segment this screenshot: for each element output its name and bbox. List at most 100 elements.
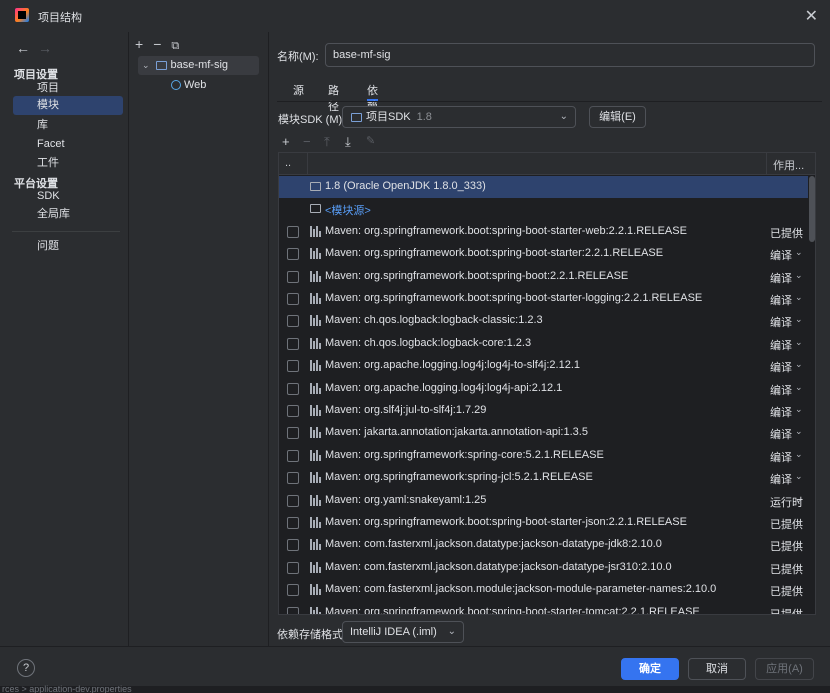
export-checkbox[interactable]	[287, 472, 299, 485]
tab-dependencies[interactable]: 依赖	[367, 82, 378, 113]
export-checkbox[interactable]	[287, 449, 299, 462]
tree-item-module[interactable]: ⌄ base-mf-sig	[138, 56, 259, 75]
library-icon	[310, 315, 321, 327]
remove-icon[interactable]: −	[153, 36, 161, 52]
cancel-button[interactable]: 取消	[688, 658, 746, 680]
edit-sdk-button[interactable]: 编辑(E)	[589, 106, 646, 128]
move-down-icon[interactable]: ⤓	[345, 134, 351, 150]
scope-select[interactable]: 编译	[770, 359, 792, 375]
scope-select[interactable]: 编译	[770, 404, 792, 420]
table-row[interactable]: <模块源>	[279, 198, 808, 220]
export-checkbox[interactable]	[287, 315, 299, 328]
dependency-name: Maven: ch.qos.logback:logback-classic:1.…	[325, 314, 543, 327]
library-icon	[310, 360, 321, 372]
tree-item-label: Web	[184, 79, 207, 91]
remove-dependency-icon[interactable]: −	[303, 134, 311, 149]
table-row[interactable]: Maven: org.springframework:spring-core:5…	[279, 445, 808, 467]
export-checkbox[interactable]	[287, 539, 299, 552]
storage-format-select[interactable]: IntelliJ IDEA (.iml) ⌄	[342, 621, 464, 643]
tab-sources[interactable]: 源	[293, 82, 304, 101]
table-row[interactable]: Maven: org.springframework.boot:spring-b…	[279, 221, 808, 243]
dependency-name: Maven: org.springframework.boot:spring-b…	[325, 269, 629, 282]
scope-select[interactable]: 编译	[770, 449, 792, 465]
scope-select[interactable]: 编译	[770, 382, 792, 398]
table-row[interactable]: Maven: jakarta.annotation:jakarta.annota…	[279, 422, 808, 444]
chevron-down-icon: ⌄	[795, 493, 803, 504]
export-checkbox[interactable]	[287, 517, 299, 529]
background-ide-strip: rces > application-dev.properties	[0, 684, 830, 693]
vertical-scrollbar[interactable]	[809, 176, 815, 242]
export-checkbox[interactable]	[287, 561, 299, 574]
table-row[interactable]: Maven: org.slf4j:jul-to-slf4j:1.7.29 编译 ⌄	[279, 400, 808, 422]
scope-select[interactable]: 编译	[770, 426, 792, 442]
export-checkbox[interactable]	[287, 427, 299, 440]
tab-paths[interactable]: 路径	[328, 82, 339, 113]
chevron-down-icon[interactable]: ⌄	[142, 60, 150, 70]
table-row[interactable]: Maven: com.fasterxml.jackson.module:jack…	[279, 579, 808, 601]
table-row[interactable]: Maven: com.fasterxml.jackson.datatype:ja…	[279, 534, 808, 556]
scope-select[interactable]: 编译	[770, 270, 792, 286]
chevron-down-icon: ⌄	[795, 516, 803, 526]
export-checkbox[interactable]	[287, 337, 299, 350]
copy-icon[interactable]: ⧉	[171, 40, 179, 52]
add-dependency-icon[interactable]: +	[282, 134, 290, 149]
forward-arrow-icon[interactable]: →	[38, 40, 52, 56]
nav-item-libraries[interactable]: 库	[13, 116, 123, 135]
scope-select[interactable]: 编译	[770, 471, 792, 487]
nav-item-problems[interactable]: 问题	[13, 237, 123, 256]
table-row[interactable]: Maven: com.fasterxml.jackson.datatype:ja…	[279, 557, 808, 579]
chevron-down-icon: ⌄	[795, 381, 803, 392]
library-icon	[310, 405, 321, 416]
table-row[interactable]: Maven: org.springframework.boot:spring-b…	[279, 266, 808, 288]
export-checkbox[interactable]	[287, 360, 299, 373]
library-icon	[310, 337, 321, 349]
move-up-icon[interactable]: ⤒	[324, 134, 330, 150]
table-row[interactable]: Maven: org.apache.logging.log4j:log4j-ap…	[279, 378, 808, 400]
scope-select[interactable]: 编译	[770, 314, 792, 330]
table-row[interactable]: Maven: org.springframework.boot:spring-b…	[279, 602, 808, 614]
table-row[interactable]: Maven: org.apache.logging.log4j:log4j-to…	[279, 355, 808, 377]
ok-button[interactable]: 确定	[621, 658, 679, 680]
table-row[interactable]: Maven: ch.qos.logback:logback-classic:1.…	[279, 310, 808, 332]
export-checkbox[interactable]	[287, 270, 299, 283]
export-checkbox[interactable]	[287, 225, 299, 238]
table-row[interactable]: 1.8 (Oracle OpenJDK 1.8.0_333)	[279, 176, 808, 198]
module-name-input[interactable]	[325, 43, 815, 67]
scope-select[interactable]: 编译	[770, 292, 792, 308]
apply-button[interactable]: 应用(A)	[755, 658, 814, 680]
table-row[interactable]: Maven: org.springframework.boot:spring-b…	[279, 243, 808, 265]
nav-divider	[12, 231, 120, 232]
scope-select[interactable]: 编译	[770, 247, 792, 263]
table-row[interactable]: Maven: org.springframework.boot:spring-b…	[279, 512, 808, 534]
edit-dependency-icon[interactable]: ✎	[366, 134, 375, 147]
nav-item-artifacts[interactable]: 工件	[13, 154, 123, 173]
export-checkbox[interactable]	[287, 584, 299, 597]
sdk-folder-icon	[351, 112, 362, 122]
close-icon[interactable]: ✕	[805, 6, 818, 26]
module-sdk-select[interactable]: 项目SDK 1.8 ⌄	[342, 106, 576, 128]
help-icon[interactable]: ?	[17, 659, 35, 677]
scope-select[interactable]: 编译	[770, 337, 792, 353]
table-row[interactable]: Maven: org.springframework:spring-jcl:5.…	[279, 467, 808, 489]
nav-item-modules[interactable]: 模块	[13, 96, 123, 115]
nav-item-sdks[interactable]: SDK	[13, 187, 123, 206]
table-row[interactable]: Maven: ch.qos.logback:logback-core:1.2.3…	[279, 333, 808, 355]
export-checkbox[interactable]	[287, 382, 299, 395]
column-divider	[307, 153, 308, 175]
add-icon[interactable]: +	[135, 36, 143, 52]
scope-column-header[interactable]: 作用...	[773, 157, 804, 173]
table-row[interactable]: Maven: org.yaml:snakeyaml:1.25 运行时 ⌄	[279, 490, 808, 512]
table-row[interactable]: Maven: org.springframework.boot:spring-b…	[279, 288, 808, 310]
settings-nav: ← → 项目设置 项目 模块 库 Facet 工件 平台设置 SDK 全局库 问题	[0, 32, 129, 646]
export-checkbox[interactable]	[287, 494, 299, 507]
export-checkbox[interactable]	[287, 606, 299, 614]
nav-item-global-libraries[interactable]: 全局库	[13, 205, 123, 224]
export-checkbox[interactable]	[287, 248, 299, 261]
nav-item-facets[interactable]: Facet	[13, 135, 123, 154]
export-checkbox[interactable]	[287, 293, 299, 305]
tree-item-web-facet[interactable]: Web	[171, 76, 251, 95]
dependency-name: Maven: org.springframework.boot:spring-b…	[325, 292, 703, 304]
back-arrow-icon[interactable]: ←	[16, 40, 30, 56]
export-checkbox[interactable]	[287, 405, 299, 417]
export-column-header[interactable]: ..	[285, 157, 291, 169]
